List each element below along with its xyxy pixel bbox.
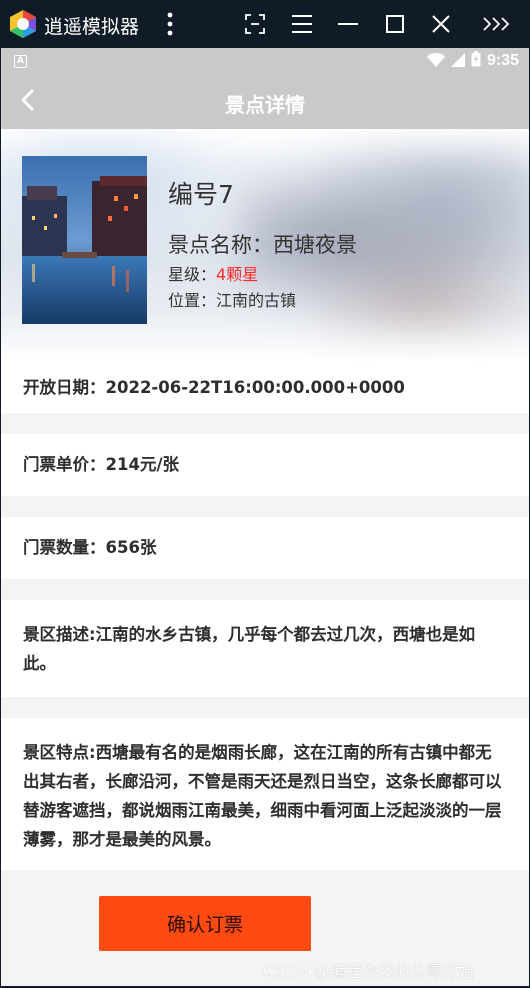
ticket-price-card: 门票单价：214元/张 — [1, 434, 529, 496]
features-card: 景区特点:西塘最有名的是烟雨长廊，这在江南的所有古镇中都无出其右者，长廊沿河，不… — [1, 718, 529, 870]
features-text: 景区特点:西塘最有名的是烟雨长廊，这在江南的所有古镇中都无出其右者，长廊沿河，不… — [23, 743, 502, 849]
ticket-count-text: 门票数量：656张 — [23, 538, 157, 557]
more-vertical-icon[interactable] — [154, 8, 186, 40]
phone-screen: A 9:35 景点详情 编号7 景点名称：西塘夜景 星级：4颗星 位置：江南的古… — [1, 48, 529, 986]
minimize-icon[interactable] — [332, 8, 364, 40]
emulator-logo-icon — [8, 9, 38, 39]
emulator-title: 逍遥模拟器 — [44, 16, 140, 38]
notification-icon: A — [14, 55, 27, 68]
spot-name-label: 景点名称： — [168, 233, 273, 257]
ticket-count-card: 门票数量：656张 — [1, 517, 529, 579]
spot-star-value: 4颗星 — [216, 265, 259, 284]
spot-thumbnail-image — [22, 156, 147, 324]
watermark-text: CSDN @编程你我他从零开始 — [263, 962, 474, 981]
status-right-group: 9:35 — [426, 51, 519, 71]
open-date-text: 开放日期：2022-06-22T16:00:00.000+0000 — [23, 378, 405, 397]
spot-star-label: 星级： — [168, 265, 217, 284]
menu-icon[interactable] — [286, 8, 318, 40]
spot-number: 编号7 — [168, 180, 234, 209]
signal-icon — [450, 52, 465, 71]
battery-icon — [471, 51, 481, 71]
app-bar: 景点详情 — [1, 75, 529, 129]
spot-location-row: 位置：江南的古镇 — [168, 287, 296, 311]
spot-star-row: 星级：4颗星 — [168, 261, 258, 285]
ticket-price-text: 门票单价：214元/张 — [23, 455, 179, 474]
status-bar: A 9:35 — [1, 48, 529, 75]
close-icon[interactable] — [425, 8, 457, 40]
emulator-title-bar: 逍遥模拟器 — [0, 0, 530, 48]
spot-header: 编号7 景点名称：西塘夜景 星级：4颗星 位置：江南的古镇 — [1, 129, 529, 361]
spot-location-label: 位置： — [168, 291, 217, 310]
confirm-booking-button[interactable]: 确认订票 — [99, 896, 311, 951]
spot-location-value: 江南的古镇 — [216, 291, 297, 310]
status-time: 9:35 — [486, 52, 519, 69]
expand-icon[interactable] — [480, 8, 512, 40]
open-date-card: 开放日期：2022-06-22T16:00:00.000+0000 — [1, 361, 529, 413]
maximize-icon[interactable] — [379, 8, 411, 40]
spot-name-row: 景点名称：西塘夜景 — [168, 229, 357, 259]
description-text: 景区描述:江南的水乡古镇，几乎每个都去过几次，西塘也是如此。 — [23, 625, 476, 673]
description-card: 景区描述:江南的水乡古镇，几乎每个都去过几次，西塘也是如此。 — [1, 600, 529, 697]
page-title: 景点详情 — [225, 93, 305, 117]
screenshot-icon[interactable] — [239, 8, 271, 40]
spot-name-value: 西塘夜景 — [273, 233, 357, 257]
wifi-icon — [426, 52, 445, 71]
